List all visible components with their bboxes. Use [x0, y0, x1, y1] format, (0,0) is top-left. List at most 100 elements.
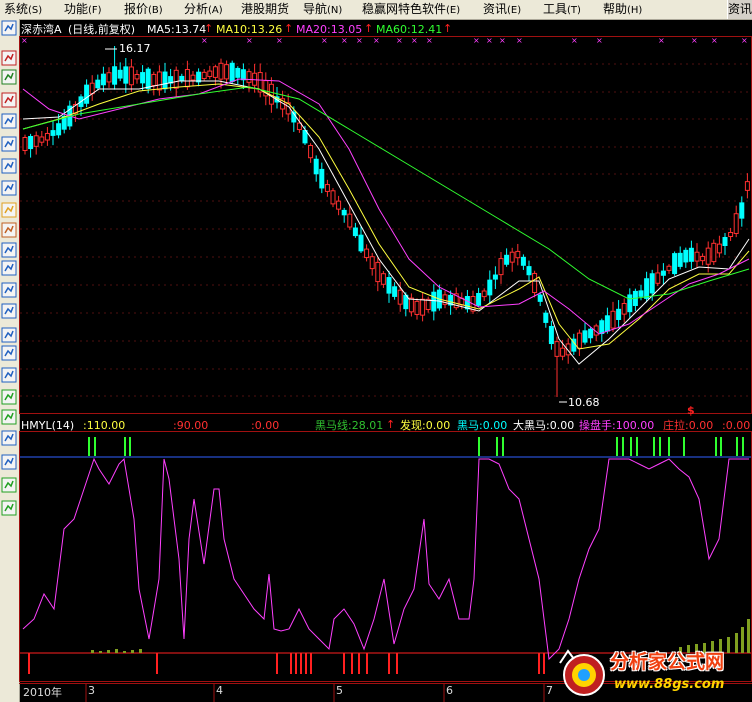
etf-icon[interactable]: [1, 282, 17, 298]
mail-icon[interactable]: [1, 202, 17, 218]
layout-icon[interactable]: [1, 367, 17, 383]
candle-body: [56, 123, 62, 136]
ma5-value: MA5:13.74: [147, 23, 207, 36]
signal-marker: ×: [499, 36, 506, 45]
move-icon[interactable]: [1, 454, 17, 470]
candle-body: [705, 247, 711, 265]
candle-body: [336, 200, 342, 210]
site-watermark: 分析家公式网 www.88gs.com: [554, 645, 752, 702]
chart-area[interactable]: ×××××××××××××××××××××× 深赤湾A (日线,前复权) MA5…: [19, 19, 752, 702]
line-chart-icon[interactable]: [1, 69, 17, 85]
candle-body: [22, 137, 28, 151]
menu-item-label: 工具: [543, 2, 568, 16]
candle-body: [123, 66, 129, 84]
candle-body: [599, 320, 605, 335]
menu-item-label: 分析: [184, 2, 209, 16]
search-icon[interactable]: [1, 260, 17, 276]
candle-body: [515, 250, 521, 259]
candle-body: [414, 300, 420, 315]
menu-item-6[interactable]: 稳赢网特色软件(E): [362, 1, 460, 19]
hmx-line: [22, 457, 749, 661]
list-icon[interactable]: [1, 158, 17, 174]
high-price-label: 16.17: [119, 42, 151, 55]
rsi-icon[interactable]: [1, 327, 17, 343]
candle-body: [179, 75, 185, 82]
candle-body: [352, 227, 358, 237]
menu-item-5[interactable]: 导航(N): [303, 1, 342, 19]
menu-bar: 系统(S) 功能(F) 报价(B) 分析(A) 港股期货 导航(N) 稳赢网特色软件(E) 资…: [0, 0, 752, 20]
candle-body: [235, 67, 241, 78]
candlestick-icon[interactable]: [1, 50, 17, 66]
candle-body: [532, 272, 538, 294]
watermark-title: 分析家公式网: [610, 651, 725, 673]
forward-icon[interactable]: [1, 409, 17, 425]
menu-item-label: 导航: [303, 2, 328, 16]
volume-bar: [99, 651, 102, 653]
menu-item-7[interactable]: 资讯(E): [483, 1, 521, 19]
hmx-arrow: ↑: [386, 418, 396, 431]
candle-body: [50, 130, 56, 136]
candle-body: [733, 213, 739, 234]
candle-body: [330, 190, 336, 205]
play-icon[interactable]: [1, 430, 17, 446]
down-icon[interactable]: [1, 500, 17, 516]
candle-body: [95, 79, 101, 89]
left-toolbar: [0, 19, 20, 702]
candle-body: [610, 310, 616, 329]
volume-bar: [123, 651, 126, 653]
menu-item-hotkey: (H): [627, 5, 643, 16]
menu-item-hotkey: (S): [28, 5, 43, 16]
menu-item-label: 稳赢网特色软件: [362, 2, 447, 16]
menu-item-3[interactable]: 分析(A): [184, 1, 223, 19]
candle-body: [464, 296, 470, 310]
stock-name: 深赤湾A: [21, 23, 62, 36]
x-label-4: 4: [216, 684, 223, 697]
table-icon[interactable]: [1, 136, 17, 152]
x-label-year: 2010年: [23, 686, 62, 699]
menu-item-hotkey: (T): [567, 5, 581, 16]
candle-body: [716, 243, 722, 254]
menu-item-1[interactable]: 功能(F): [64, 1, 102, 19]
compass-icon[interactable]: [1, 242, 17, 258]
menu-item-label: 系统: [4, 2, 29, 16]
news-icon[interactable]: [1, 113, 17, 129]
menu-item-2[interactable]: 报价(B): [124, 1, 163, 19]
candle-body: [156, 71, 162, 91]
menu-right-button[interactable]: 资讯: [727, 0, 752, 19]
candle-body: [358, 234, 364, 252]
grid-icon[interactable]: [1, 345, 17, 361]
back-icon[interactable]: [1, 389, 17, 405]
candle-body: [420, 298, 426, 316]
menu-item-0[interactable]: 系统(S): [4, 1, 42, 19]
menu-item-hotkey: (B): [148, 5, 163, 16]
menu-item-8[interactable]: 工具(T): [543, 1, 581, 19]
candle-body: [487, 279, 493, 296]
kline-icon[interactable]: [1, 92, 17, 108]
candle-body: [683, 249, 689, 263]
candle-body: [246, 71, 252, 83]
wave-icon[interactable]: [1, 303, 17, 319]
f10-icon[interactable]: [1, 180, 17, 196]
candle-body: [240, 69, 246, 81]
candle-body: [728, 231, 734, 238]
candle-body: [207, 70, 213, 77]
candle-body: [392, 286, 398, 297]
ma5-arrow: ↑: [204, 22, 214, 35]
candle-body: [341, 209, 347, 216]
candle-body: [106, 72, 112, 83]
cursor-icon[interactable]: [1, 20, 17, 36]
users-icon[interactable]: [1, 222, 17, 238]
line-110-value: :110.00: [83, 419, 126, 432]
candle-body: [33, 135, 39, 147]
signal-marker: ×: [341, 36, 348, 45]
x-label-7: 7: [546, 684, 553, 697]
candle-body: [722, 237, 728, 246]
menu-item-4[interactable]: 港股期货: [241, 1, 289, 19]
candle-body: [537, 294, 543, 302]
up-icon[interactable]: [1, 477, 17, 493]
chart-mode: (日线,前复权): [68, 23, 136, 36]
x-label-3: 3: [88, 684, 95, 697]
volume-bar: [91, 650, 94, 653]
menu-item-9[interactable]: 帮助(H): [603, 1, 642, 19]
kline-chart[interactable]: ××××××××××××××××××××××: [19, 19, 752, 702]
